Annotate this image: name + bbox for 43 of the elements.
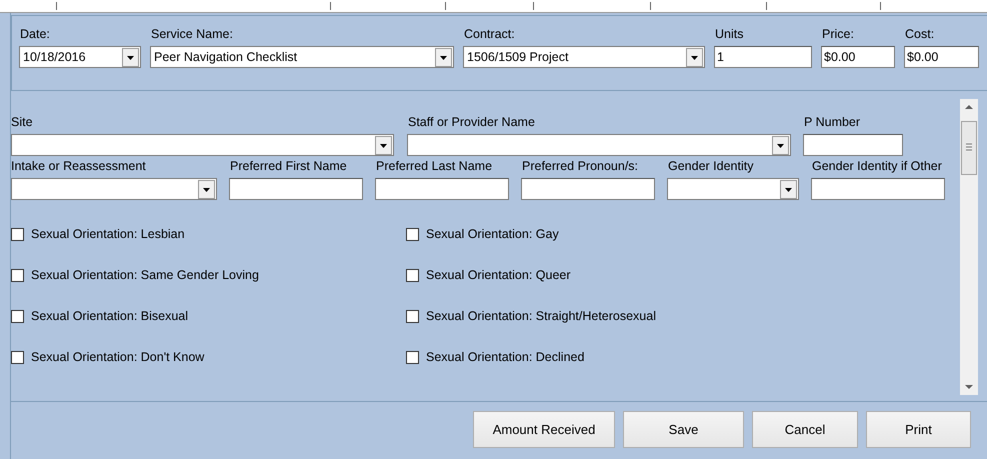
text-field[interactable]: 1 [714, 46, 812, 68]
checkbox[interactable]: Sexual Orientation: Queer [406, 265, 806, 285]
field-label: Contract: [463, 27, 516, 41]
field-label: Site [11, 115, 34, 129]
text-field[interactable]: $0.00 [904, 46, 979, 68]
dropdown-field[interactable]: Peer Navigation Checklist [150, 46, 454, 68]
field-label: Preferred First Name [229, 159, 348, 173]
field-label: Cost: [904, 27, 936, 41]
action-button[interactable]: Cancel [752, 411, 858, 448]
action-button[interactable]: Save [623, 411, 744, 448]
text-field[interactable] [229, 178, 363, 200]
dropdown-field[interactable]: 10/18/2016 [19, 46, 141, 68]
field-label: Gender Identity if Other [811, 159, 943, 173]
field-label: Staff or Provider Name [407, 115, 536, 129]
field-label: Preferred Last Name [375, 159, 494, 173]
text-field[interactable]: $0.00 [821, 46, 895, 68]
dropdown-field[interactable] [11, 134, 394, 156]
checkbox[interactable]: Sexual Orientation: Same Gender Loving [11, 265, 406, 285]
field-label: Service Name: [150, 27, 234, 41]
dropdown-field[interactable] [407, 134, 791, 156]
text-field[interactable] [803, 134, 903, 156]
field-label: Units [714, 27, 744, 41]
field-label: Preferred Pronoun/s: [521, 159, 640, 173]
text-field[interactable] [375, 178, 509, 200]
checkbox[interactable]: Sexual Orientation: Lesbian [11, 224, 406, 244]
action-button[interactable]: Print [866, 411, 971, 448]
text-field[interactable] [811, 178, 945, 200]
field-label: P Number [803, 115, 862, 129]
checkbox[interactable]: Sexual Orientation: Don't Know [11, 347, 406, 367]
field-label: Price: [821, 27, 855, 41]
checkbox[interactable]: Sexual Orientation: Bisexual [11, 306, 406, 326]
field-label: Intake or Reassessment [11, 159, 147, 173]
dropdown-field[interactable] [11, 178, 217, 200]
checkbox[interactable]: Sexual Orientation: Declined [406, 347, 806, 367]
action-button[interactable]: Amount Received [473, 411, 615, 448]
field-label: Gender Identity [667, 159, 754, 173]
dropdown-field[interactable] [667, 178, 799, 200]
text-field[interactable] [521, 178, 655, 200]
field-label: Date: [19, 27, 51, 41]
scrollbar[interactable] [960, 99, 978, 395]
checkbox[interactable]: Sexual Orientation: Straight/Heterosexual [406, 306, 806, 326]
checkbox[interactable]: Sexual Orientation: Gay [406, 224, 806, 244]
dropdown-field[interactable]: 1506/1509 Project [463, 46, 705, 68]
